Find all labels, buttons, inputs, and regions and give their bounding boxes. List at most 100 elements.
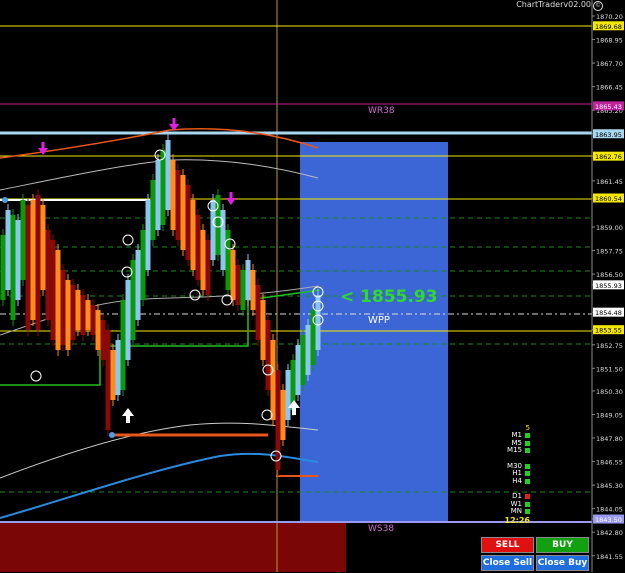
candle-body <box>235 265 241 305</box>
signal-square-icon <box>525 509 530 515</box>
candle-body <box>95 310 101 350</box>
signal-square-icon <box>525 494 530 500</box>
wpp-label: WPP <box>368 315 390 326</box>
buy-button[interactable]: BUY <box>536 537 589 553</box>
current-price-display: < 1855.93 <box>340 287 438 307</box>
axis-price-box-label: 1869.68 <box>595 23 622 31</box>
signal-circle-icon <box>30 370 42 382</box>
candle-body <box>160 150 166 225</box>
candle-body <box>180 175 186 250</box>
axis-price-box-label: 1854.48 <box>595 309 622 317</box>
trade-panel: SELL BUY Close Sell Close Buy <box>481 537 589 573</box>
signal-square-icon <box>525 440 530 446</box>
candle-body <box>245 260 251 300</box>
candle-body <box>275 370 281 470</box>
candle-body <box>35 195 41 330</box>
signal-square-icon <box>525 478 530 484</box>
candle-body <box>110 350 116 400</box>
candle-body <box>190 200 196 270</box>
candle-body <box>90 305 96 335</box>
copyright-icon: © <box>593 1 603 11</box>
close-sell-button[interactable]: Close Sell <box>481 555 534 571</box>
axis-tick-label: 1846.55 <box>596 459 623 467</box>
axis-price-box-label: 1860.54 <box>595 195 622 203</box>
candle-body <box>135 250 141 320</box>
signal-count: 5 <box>525 424 530 432</box>
candle-body <box>85 300 91 330</box>
candle-body <box>20 200 26 280</box>
axis-tick-label: 1852.75 <box>596 342 623 350</box>
timeframe-gap <box>490 485 530 493</box>
axis-price-box-label: 1862.76 <box>595 153 622 161</box>
axis-tick-label: 1844.05 <box>596 506 623 514</box>
candle-body <box>55 250 61 350</box>
candle-body <box>155 160 161 230</box>
candle-body <box>30 200 36 320</box>
sell-button[interactable]: SELL <box>481 537 534 553</box>
timeframe-rows: M1 M5 M15 M30 H1 H4 D1 W1 MN <box>490 431 530 516</box>
timeframe-panel: 5 M1 M5 M15 M30 H1 H4 D1 W1 MN 12:26 <box>490 424 530 525</box>
timeframe-label: M15 <box>507 446 522 454</box>
candle-body <box>130 260 136 340</box>
axis-price-box-label: 1853.55 <box>595 327 622 335</box>
signal-square-icon <box>525 471 530 477</box>
candle-body <box>70 285 76 340</box>
candle-body <box>15 220 21 300</box>
candle-body <box>0 235 6 300</box>
candle-body <box>265 320 271 390</box>
axis-tick-label: 1867.70 <box>596 60 623 68</box>
candle-body <box>280 390 286 440</box>
candle-body <box>115 340 121 395</box>
support-zone <box>0 523 346 572</box>
candle-body <box>200 230 206 290</box>
candle-body <box>185 185 191 260</box>
candle-body <box>60 270 66 345</box>
axis-tick-label: 1851.50 <box>596 365 623 373</box>
candle-body <box>170 160 176 230</box>
axis-tick-label: 1868.95 <box>596 37 623 45</box>
axis-tick-label: 1845.30 <box>596 482 623 490</box>
axis-price-box-label: 1863.95 <box>595 131 622 139</box>
resistance-dot <box>2 197 8 203</box>
brand-name: ChartTraderv02.00 <box>516 0 591 9</box>
axis-price-box-label: 1843.50 <box>595 516 622 524</box>
candle-body <box>315 295 321 350</box>
candle-body <box>300 335 306 385</box>
close-buy-button[interactable]: Close Buy <box>536 555 589 571</box>
wr38-label: WR38 <box>368 106 395 116</box>
axis-price-box-label: 1865.43 <box>595 103 622 111</box>
candle-body <box>145 200 151 270</box>
candle-body <box>255 285 261 340</box>
timeframe-row: D1 <box>490 492 530 501</box>
signal-square-icon <box>525 433 530 439</box>
candle-body <box>270 340 276 420</box>
candle-body <box>210 200 216 260</box>
axis-tick-label: 1841.55 <box>596 553 623 561</box>
timeframe-label: MN <box>510 507 522 515</box>
candle-body <box>305 325 311 375</box>
timeframe-row: H4 <box>490 476 530 486</box>
candle-body <box>250 270 256 310</box>
axis-tick-label: 1842.80 <box>596 529 623 537</box>
candle-body <box>75 290 81 330</box>
candle-body <box>295 345 301 395</box>
candle-body <box>65 280 71 350</box>
candle-body <box>240 270 246 310</box>
axis-tick-label: 1859.00 <box>596 224 623 232</box>
axis-price-box-label: 1855.93 <box>595 282 622 290</box>
axis-tick-label: 1847.80 <box>596 435 623 443</box>
axis-tick-label: 1870.20 <box>596 13 623 21</box>
axis-tick-label: 1861.45 <box>596 178 623 186</box>
timeframe-row: MN <box>490 507 530 516</box>
timeframe-label: H4 <box>512 476 522 485</box>
timeframe-row: M30 <box>490 462 530 471</box>
axis-tick-label: 1856.50 <box>596 271 623 279</box>
candle-body <box>220 210 226 270</box>
brand-label: ChartTraderv02.00 © <box>516 0 603 11</box>
candle-body <box>5 210 11 290</box>
timeframe-row: M15 <box>490 446 530 455</box>
candle-body <box>100 320 106 360</box>
candle-body <box>105 330 111 430</box>
candle-body <box>195 215 201 280</box>
price-chart[interactable]: 1870.201868.951867.701866.451865.201863.… <box>0 0 625 572</box>
